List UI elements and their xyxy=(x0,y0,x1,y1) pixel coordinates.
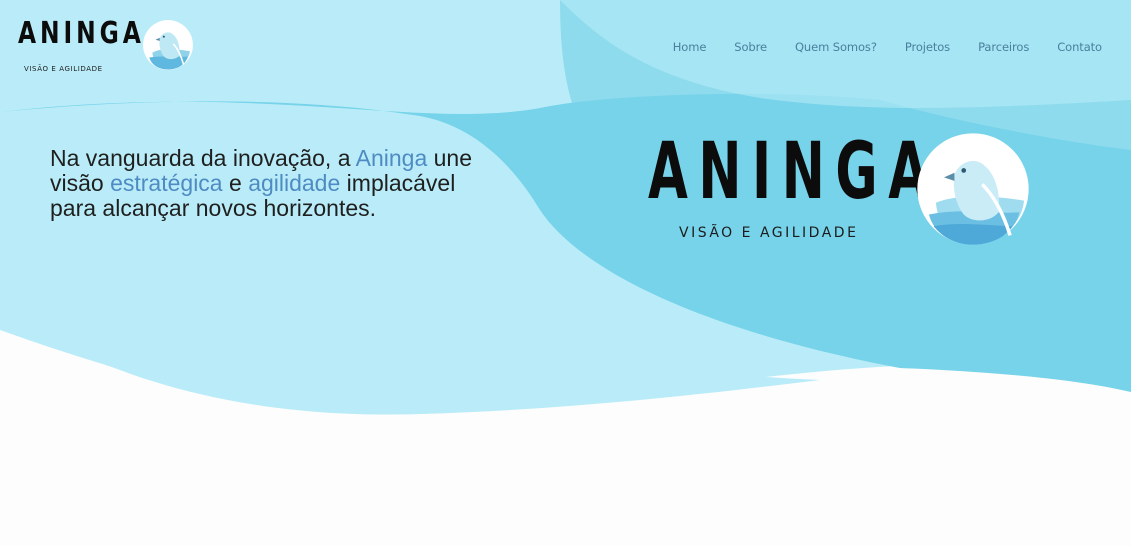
nav-projetos[interactable]: Projetos xyxy=(891,40,964,54)
headline-highlight-estrategica: estratégica xyxy=(110,170,223,196)
navbar: ANINGA VISÃO E AGILIDADE Home Sobre Quem… xyxy=(0,0,1131,92)
brand-tagline: VISÃO E AGILIDADE xyxy=(24,65,103,73)
nav-home[interactable]: Home xyxy=(659,40,721,54)
headline-highlight-agilidade: agilidade xyxy=(248,170,341,196)
bird-logo-icon xyxy=(917,133,1029,245)
hero-logo: ANINGA VISÃO E AGILIDADE xyxy=(646,130,1036,250)
brand-logo[interactable]: ANINGA VISÃO E AGILIDADE xyxy=(12,14,202,80)
nav-sobre[interactable]: Sobre xyxy=(720,40,781,54)
main-navigation: Home Sobre Quem Somos? Projetos Parceiro… xyxy=(659,40,1102,54)
nav-quem-somos[interactable]: Quem Somos? xyxy=(781,40,891,54)
hero-headline: Na vanguarda da inovação, a Aninga une v… xyxy=(50,146,480,221)
nav-parceiros[interactable]: Parceiros xyxy=(964,40,1043,54)
bird-logo-icon xyxy=(143,20,193,70)
headline-highlight-aninga: Aninga xyxy=(355,145,428,171)
headline-text-1: Na vanguarda da inovação, a xyxy=(50,145,356,171)
brand-name: ANINGA xyxy=(18,16,145,51)
nav-contato[interactable]: Contato xyxy=(1043,40,1102,54)
hero-logo-name: ANINGA xyxy=(648,127,939,217)
hero-logo-tagline: VISÃO E AGILIDADE xyxy=(679,225,859,241)
headline-text-3: e xyxy=(222,170,249,196)
